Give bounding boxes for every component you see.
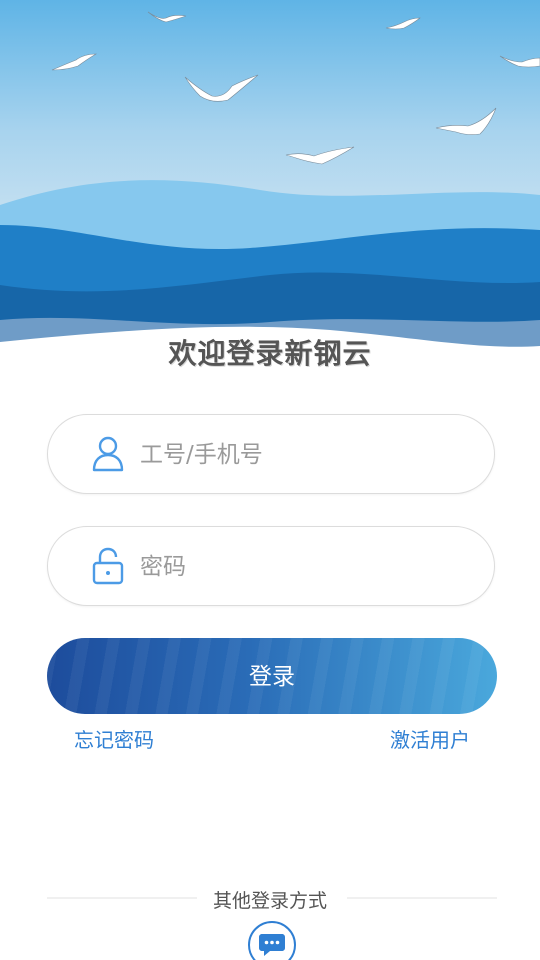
other-login-label: 其他登录方式 <box>212 890 327 912</box>
person-icon <box>92 436 124 472</box>
forgot-password-link[interactable]: 忘记密码 <box>74 724 154 753</box>
username-input[interactable] <box>138 433 472 477</box>
chat-login-button[interactable] <box>248 921 296 960</box>
login-button[interactable]: 登录 <box>47 638 497 714</box>
hero-illustration <box>0 0 540 370</box>
welcome-title: 欢迎登录新钢云 <box>168 337 372 370</box>
activate-user-link[interactable]: 激活用户 <box>390 724 470 753</box>
login-button-label: 登录 <box>249 664 295 690</box>
username-field[interactable] <box>47 414 495 494</box>
password-field[interactable] <box>47 526 495 606</box>
login-page: 欢迎登录新钢云 登录 忘记密码 激活用户 其他登录方式 <box>0 0 540 960</box>
lock-icon <box>92 547 124 585</box>
chat-bubble-icon <box>259 934 285 956</box>
password-input[interactable] <box>138 545 472 589</box>
